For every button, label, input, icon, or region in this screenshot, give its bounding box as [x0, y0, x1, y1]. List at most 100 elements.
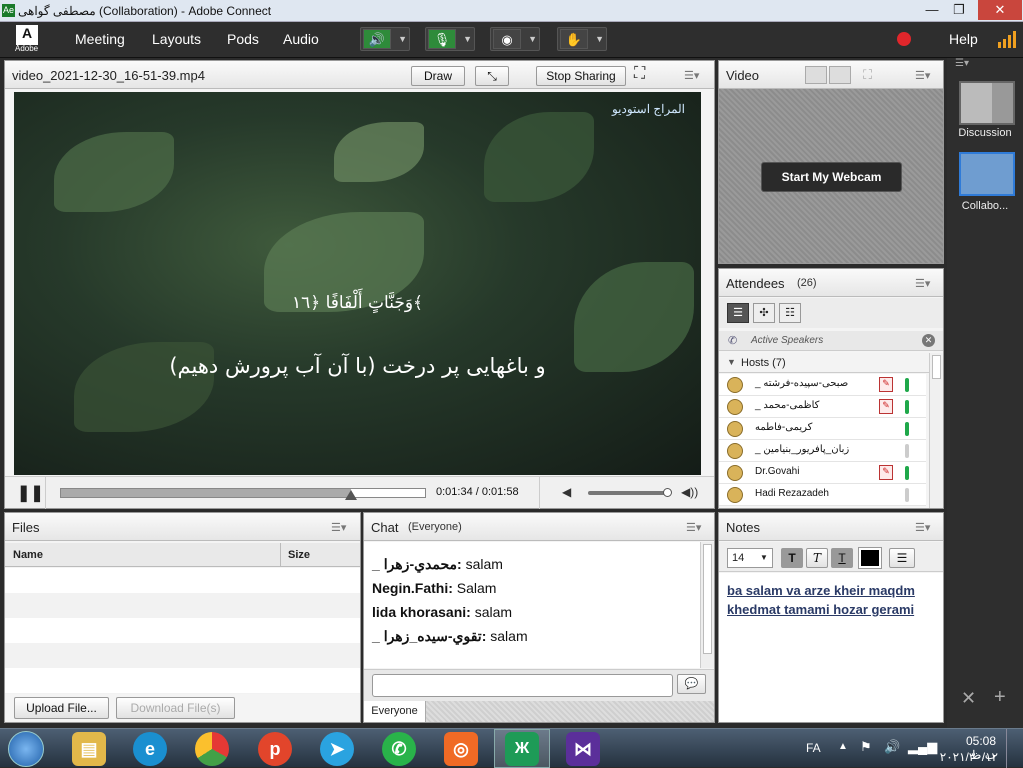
- scrollbar-thumb[interactable]: [703, 544, 712, 654]
- raise-hand-toggle[interactable]: ✋ ▼: [557, 27, 607, 51]
- pod-menu-icon[interactable]: ☰▾: [331, 521, 346, 534]
- menu-layouts[interactable]: Layouts: [152, 31, 201, 47]
- breakout-view-icon[interactable]: ✣: [753, 303, 775, 323]
- stop-sharing-button[interactable]: Stop Sharing: [536, 66, 626, 86]
- fit-width-icon[interactable]: ⤡: [475, 66, 509, 86]
- attendee-row[interactable]: _ کاظمی-محمد ✎: [719, 396, 926, 418]
- action-center-flag-icon[interactable]: ⚑: [860, 739, 872, 755]
- status-view-icon[interactable]: ☷: [779, 303, 801, 323]
- menu-meeting[interactable]: Meeting: [75, 31, 125, 47]
- taskbar-active-app[interactable]: Ж: [494, 729, 550, 768]
- column-size-header[interactable]: Size: [288, 549, 310, 561]
- column-name-header[interactable]: Name: [13, 549, 43, 561]
- clock-date[interactable]: ۲۰۲۱/۳۰/۱۲: [936, 750, 998, 764]
- add-layout-icon[interactable]: +: [994, 686, 1006, 709]
- screen-recorder-icon[interactable]: ◎: [444, 732, 478, 766]
- close-icon[interactable]: ✕: [922, 334, 935, 347]
- attendee-row[interactable]: Dr.Govahi ✎: [719, 462, 926, 484]
- pod-menu-icon[interactable]: ☰▾: [915, 277, 930, 290]
- menu-help[interactable]: Help: [949, 31, 978, 47]
- chat-message-list: _ محمدي-زهرا: salam Negin.Fathi: Salam lid…: [364, 542, 700, 668]
- microphone-icon: 🎙: [428, 29, 456, 49]
- chat-text: salam: [490, 628, 528, 644]
- close-button[interactable]: ✕: [978, 0, 1022, 20]
- p-app-icon[interactable]: p: [258, 732, 292, 766]
- attendee-list: _ صبحی-سپیده-فرشته ✎ _ کاظمی-محمد ✎ کریمی-فا…: [719, 374, 929, 508]
- layout-thumb-collaboration[interactable]: [959, 152, 1015, 196]
- audio-level-icon: [905, 488, 909, 502]
- visual-studio-icon[interactable]: ⋈: [566, 732, 600, 766]
- layout-label-collaboration[interactable]: Collabo...: [947, 200, 1023, 212]
- speaker-toggle[interactable]: 🔊 ▼: [360, 27, 410, 51]
- volume-max-icon[interactable]: ◀)): [681, 485, 698, 499]
- chat-input[interactable]: [372, 674, 673, 697]
- playback-scrubber[interactable]: [344, 490, 357, 500]
- pod-menu-icon[interactable]: ☰▾: [915, 69, 930, 82]
- attendee-row[interactable]: _ زبان_پافریور_بنیامین: [719, 440, 926, 462]
- text-color-icon[interactable]: [858, 547, 882, 569]
- attendee-scrollbar[interactable]: [929, 353, 943, 508]
- italic-icon[interactable]: T: [806, 548, 828, 568]
- restore-button[interactable]: ❐: [946, 0, 972, 20]
- volume-tray-icon[interactable]: 🔊: [884, 739, 900, 755]
- chat-tab-everyone[interactable]: Everyone: [364, 701, 426, 722]
- chat-scrollbar[interactable]: [700, 542, 714, 668]
- network-signal-icon[interactable]: ▂▄▆: [908, 739, 937, 755]
- audio-level-icon: [905, 400, 909, 414]
- record-icon[interactable]: [897, 32, 911, 46]
- pause-icon[interactable]: ❚❚: [17, 483, 44, 503]
- minimize-button[interactable]: —: [919, 0, 945, 20]
- scrollbar-thumb[interactable]: [932, 355, 941, 379]
- show-desktop-button[interactable]: [1006, 729, 1023, 768]
- attendee-row[interactable]: کریمی-فاطمه: [719, 418, 926, 440]
- pod-menu-icon[interactable]: ☰▾: [915, 521, 930, 534]
- fullscreen-icon[interactable]: ⛶: [634, 65, 645, 83]
- chevron-down-icon: ▼: [398, 34, 407, 44]
- start-button[interactable]: [8, 731, 44, 767]
- bullet-list-icon[interactable]: ☰: [889, 548, 915, 568]
- microphone-rights-icon[interactable]: ✎: [879, 399, 893, 414]
- grid-view-icon[interactable]: [805, 66, 827, 84]
- start-webcam-button[interactable]: Start My Webcam: [761, 162, 902, 192]
- hosts-group-header[interactable]: ▼ Hosts (7): [719, 353, 929, 373]
- chrome-icon[interactable]: [195, 732, 229, 766]
- whatsapp-icon[interactable]: ✆: [382, 732, 416, 766]
- fullscreen-icon[interactable]: ⛶: [863, 67, 872, 83]
- font-size-select[interactable]: 14 ▼: [727, 548, 773, 568]
- input-language[interactable]: FA: [806, 741, 821, 755]
- volume-mute-icon[interactable]: ◀: [562, 485, 571, 499]
- layout-label-discussion[interactable]: Discussion: [947, 127, 1023, 139]
- volume-slider[interactable]: [588, 491, 668, 495]
- send-message-icon[interactable]: 💬: [677, 674, 706, 694]
- pod-menu-icon[interactable]: ☰▾: [684, 69, 699, 82]
- microphone-rights-icon[interactable]: ✎: [879, 377, 893, 392]
- file-explorer-icon[interactable]: ▤: [72, 732, 106, 766]
- title-bar: Ae مصطفی گواهی (Collaboration) - Adobe C…: [0, 0, 1023, 22]
- menu-pods[interactable]: Pods: [227, 31, 259, 47]
- remove-layout-icon[interactable]: ✕: [961, 688, 976, 709]
- draw-button[interactable]: Draw: [411, 66, 465, 86]
- telegram-icon[interactable]: ➤: [320, 732, 354, 766]
- list-view-icon[interactable]: ☰: [727, 303, 749, 323]
- attendee-name: _ زبان_پافریور_بنیامین: [755, 444, 850, 455]
- playback-controls: ❚❚ 0:01:34 / 0:01:58 ◀ ◀)): [5, 476, 714, 509]
- show-hidden-icons-icon[interactable]: ▲: [838, 741, 848, 752]
- playback-progress[interactable]: [60, 488, 426, 498]
- webcam-toggle[interactable]: ◉ ▼: [490, 27, 540, 51]
- panel-menu-icon[interactable]: ☰▾: [955, 58, 969, 69]
- webcam-icon: ◉: [493, 29, 521, 49]
- menu-audio[interactable]: Audio: [283, 31, 319, 47]
- microphone-toggle[interactable]: 🎙 ▼: [425, 27, 475, 51]
- attendee-row[interactable]: _ صبحی-سپیده-فرشته ✎: [719, 374, 926, 396]
- edge-browser-icon[interactable]: e: [133, 732, 167, 766]
- notes-body[interactable]: ba salam va arze kheir maqdm khedmat tam…: [719, 573, 943, 722]
- underline-icon[interactable]: T: [831, 548, 853, 568]
- layout-thumb-discussion[interactable]: [959, 81, 1015, 125]
- bold-icon[interactable]: T: [781, 548, 803, 568]
- microphone-rights-icon[interactable]: ✎: [879, 465, 893, 480]
- attendee-row[interactable]: Hadi Rezazadeh: [719, 484, 926, 506]
- filmstrip-view-icon[interactable]: [829, 66, 851, 84]
- upload-file-button[interactable]: Upload File...: [14, 697, 109, 719]
- pod-menu-icon[interactable]: ☰▾: [686, 521, 701, 534]
- volume-knob[interactable]: [663, 488, 672, 497]
